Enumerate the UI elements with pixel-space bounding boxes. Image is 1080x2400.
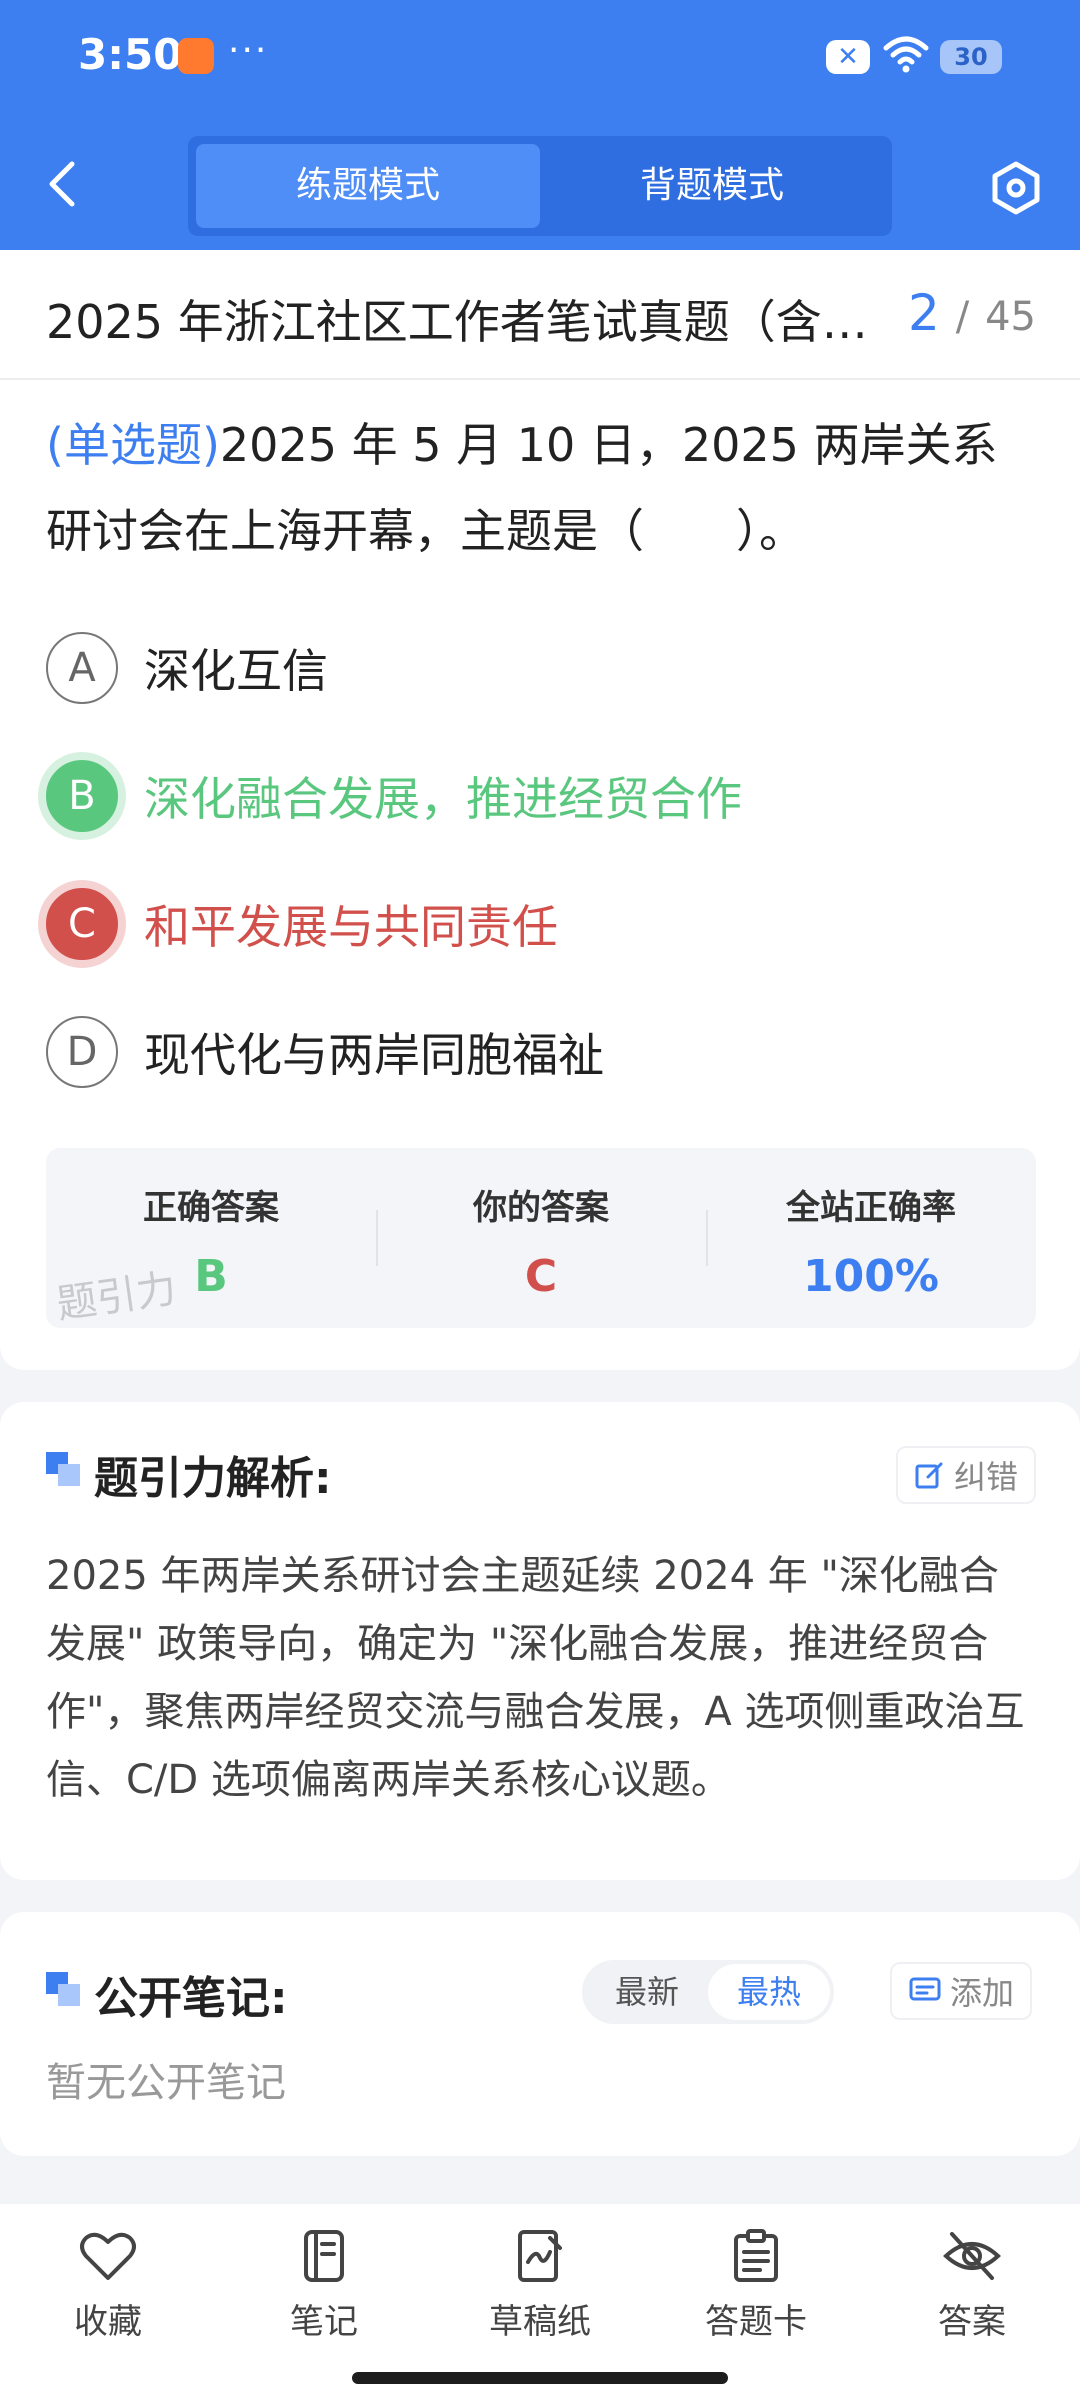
option-letter: D <box>46 1016 118 1088</box>
tab-practice-mode[interactable]: 练题模式 <box>196 144 540 228</box>
option-letter: C <box>46 888 118 960</box>
report-error-button[interactable]: 纠错 <box>896 1446 1037 1504</box>
exam-title-bar: 2025 年浙江社区工作者笔试真题（含答案解析） 2 / 45 <box>0 250 1080 380</box>
option-text: 深化互信 <box>144 644 328 698</box>
notes-title: 公开笔记: <box>94 1973 288 2024</box>
your-answer-block: 你的答案 C <box>376 1148 706 1328</box>
favorite-label: 收藏 <box>74 2302 142 2342</box>
option-c[interactable]: C 和平发展与共同责任 <box>46 886 558 962</box>
settings-icon[interactable] <box>988 160 1044 216</box>
answer-card-label: 答题卡 <box>705 2302 807 2342</box>
home-indicator[interactable] <box>352 2372 728 2384</box>
favorite-button[interactable]: 收藏 <box>18 2228 198 2343</box>
option-text: 深化融合发展，推进经贸合作 <box>144 772 742 826</box>
option-letter: B <box>46 760 118 832</box>
battery-icon: 30 <box>940 40 1002 74</box>
option-a[interactable]: A 深化互信 <box>46 630 328 706</box>
answer-card-icon <box>734 2229 778 2282</box>
option-b[interactable]: B 深化融合发展，推进经贸合作 <box>46 758 742 834</box>
edit-icon <box>915 1462 943 1489</box>
analysis-title: 题引力解析: <box>94 1453 332 1504</box>
app-header: 3:50 ··· ✕ 30 练题模式 背题模式 <box>0 0 1080 250</box>
mode-switch: 练题模式 背题模式 <box>188 136 892 236</box>
bottom-toolbar: 收藏 笔记 草稿纸 答题卡 答案 <box>0 2204 1080 2400</box>
accuracy-rate-label: 全站正确率 <box>786 1188 956 1228</box>
sort-hot-button[interactable]: 最热 <box>708 1964 830 2020</box>
question-stem: (单选题)2025 年 5 月 10 日，2025 两岸关系研讨会在上海开幕，主… <box>46 402 1036 574</box>
comment-icon <box>909 1977 941 2001</box>
option-text: 现代化与两岸同胞福祉 <box>144 1028 604 1082</box>
back-icon[interactable] <box>40 158 88 210</box>
question-card: (单选题)2025 年 5 月 10 日，2025 两岸关系研讨会在上海开幕，主… <box>0 380 1080 1370</box>
draft-paper-label: 草稿纸 <box>489 2302 591 2342</box>
more-notifications-icon: ··· <box>228 30 269 71</box>
heart-icon <box>80 2232 136 2280</box>
question-counter[interactable]: 2 / 45 <box>908 284 1036 342</box>
answer-toggle-button[interactable]: 答案 <box>882 2228 1062 2343</box>
exam-title: 2025 年浙江社区工作者笔试真题（含答案解析） <box>46 295 896 349</box>
status-time: 3:50 <box>78 30 183 79</box>
section-icon <box>46 1972 82 2008</box>
analysis-text: 2025 年两岸关系研讨会主题延续 2024 年 "深化融合发展" 政策导向，确… <box>46 1553 1025 1803</box>
notes-sort-toggle: 最新 最热 <box>582 1960 834 2024</box>
accuracy-rate-block: 全站正确率 100% <box>706 1148 1036 1328</box>
option-text: 和平发展与共同责任 <box>144 900 558 954</box>
current-question-number: 2 <box>907 284 940 342</box>
analysis-card: 题引力解析: 纠错 2025 年两岸关系研讨会主题延续 2024 年 "深化融合… <box>0 1402 1080 1880</box>
sort-latest-button[interactable]: 最新 <box>586 1964 708 2020</box>
eye-off-icon <box>943 2232 1001 2280</box>
option-letter: A <box>46 632 118 704</box>
notes-button[interactable]: 笔记 <box>234 2228 414 2343</box>
draft-paper-button[interactable]: 草稿纸 <box>450 2228 630 2343</box>
tab-memorize-mode[interactable]: 背题模式 <box>540 144 884 228</box>
accuracy-rate-value: 100% <box>803 1251 939 1302</box>
section-icon <box>46 1452 82 1488</box>
total-questions: 45 <box>985 294 1036 340</box>
mute-status-icon: ✕ <box>826 40 870 74</box>
option-d[interactable]: D 现代化与两岸同胞福祉 <box>46 1014 604 1090</box>
add-note-button[interactable]: 添加 <box>890 1962 1033 2020</box>
answer-card-button[interactable]: 答题卡 <box>666 2228 846 2343</box>
question-type-label: (单选题) <box>46 418 220 472</box>
counter-separator: / <box>955 294 970 340</box>
public-notes-card: 公开笔记: 最新 最热 添加 暂无公开笔记 <box>0 1912 1080 2156</box>
empty-notes-text: 暂无公开笔记 <box>46 2060 286 2106</box>
report-error-label: 纠错 <box>954 1458 1019 1496</box>
answer-summary: 正确答案 B 你的答案 C 全站正确率 100% <box>46 1148 1036 1328</box>
answer-toggle-label: 答案 <box>938 2302 1006 2342</box>
draft-paper-icon <box>518 2230 562 2282</box>
your-answer-value: C <box>524 1251 558 1302</box>
notebook-icon <box>304 2230 344 2282</box>
correct-answer-label: 正确答案 <box>143 1188 279 1228</box>
wifi-icon <box>883 36 929 73</box>
add-note-label: 添加 <box>950 1974 1015 2012</box>
notes-label: 笔记 <box>290 2302 358 2342</box>
notification-app-icon <box>178 38 214 74</box>
your-answer-label: 你的答案 <box>473 1188 609 1228</box>
